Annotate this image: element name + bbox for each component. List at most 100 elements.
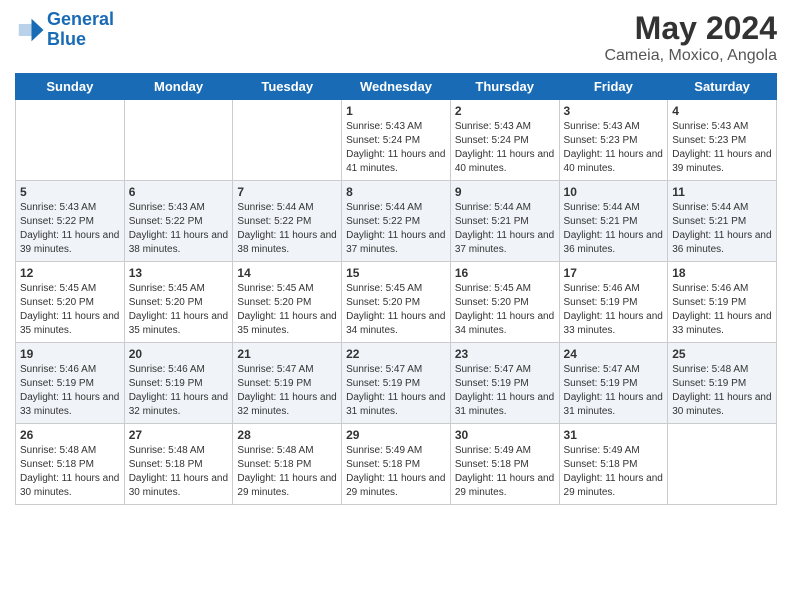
calendar-cell: 22 Sunrise: 5:47 AM Sunset: 5:19 PM Dayli… bbox=[342, 343, 451, 424]
calendar-cell: 1 Sunrise: 5:43 AM Sunset: 5:24 PM Daylig… bbox=[342, 100, 451, 181]
day-number: 21 bbox=[237, 347, 337, 361]
day-number: 13 bbox=[129, 266, 229, 280]
day-number: 11 bbox=[672, 185, 772, 199]
calendar-cell bbox=[16, 100, 125, 181]
day-number: 29 bbox=[346, 428, 446, 442]
calendar-cell: 28Sunrise: 5:48 AM Sunset: 5:18 PM Dayli… bbox=[233, 424, 342, 505]
calendar-cell: 8Sunrise: 5:44 AM Sunset: 5:22 PM Daylig… bbox=[342, 181, 451, 262]
calendar-cell: 7Sunrise: 5:44 AM Sunset: 5:22 PM Daylig… bbox=[233, 181, 342, 262]
calendar-week-row: 12 Sunrise: 5:45 AM Sunset: 5:20 PM Dayli… bbox=[16, 262, 777, 343]
weekday-header-wednesday: Wednesday bbox=[342, 74, 451, 100]
weekday-header-row: SundayMondayTuesdayWednesdayThursdayFrid… bbox=[16, 74, 777, 100]
weekday-header-saturday: Saturday bbox=[668, 74, 777, 100]
calendar-cell: 14Sunrise: 5:45 AM Sunset: 5:20 PM Dayli… bbox=[233, 262, 342, 343]
calendar-cell: 21 Sunrise: 5:47 AM Sunset: 5:19 PM Dayli… bbox=[233, 343, 342, 424]
day-info: Sunrise: 5:43 AM Sunset: 5:23 PM Dayligh… bbox=[672, 120, 772, 176]
title-block: May 2024 Cameia, Moxico, Angola bbox=[604, 10, 777, 65]
day-info: Sunrise: 5:45 AM Sunset: 5:20 PM Dayligh… bbox=[346, 282, 446, 338]
calendar-week-row: 19 Sunrise: 5:46 AM Sunset: 5:19 PM Dayli… bbox=[16, 343, 777, 424]
day-number: 16 bbox=[455, 266, 555, 280]
calendar-cell: 27 Sunrise: 5:48 AM Sunset: 5:18 PM Dayli… bbox=[124, 424, 233, 505]
day-number: 4 bbox=[672, 104, 772, 118]
day-number: 26 bbox=[20, 428, 120, 442]
day-info: Sunrise: 5:46 AM Sunset: 5:19 PM Dayligh… bbox=[20, 363, 120, 419]
calendar-cell: 23 Sunrise: 5:47 AM Sunset: 5:19 PM Dayli… bbox=[450, 343, 559, 424]
calendar-cell: 19 Sunrise: 5:46 AM Sunset: 5:19 PM Dayli… bbox=[16, 343, 125, 424]
page: General Blue May 2024 Cameia, Moxico, An… bbox=[0, 0, 792, 612]
calendar-cell: 20Sunrise: 5:46 AM Sunset: 5:19 PM Dayli… bbox=[124, 343, 233, 424]
calendar-cell: 11 Sunrise: 5:44 AM Sunset: 5:21 PM Dayli… bbox=[668, 181, 777, 262]
calendar-week-row: 26 Sunrise: 5:48 AM Sunset: 5:18 PM Dayli… bbox=[16, 424, 777, 505]
day-number: 17 bbox=[564, 266, 664, 280]
day-info: Sunrise: 5:49 AM Sunset: 5:18 PM Dayligh… bbox=[346, 444, 446, 500]
day-info: Sunrise: 5:45 AM Sunset: 5:20 PM Dayligh… bbox=[20, 282, 120, 338]
header: General Blue May 2024 Cameia, Moxico, An… bbox=[15, 10, 777, 65]
weekday-header-sunday: Sunday bbox=[16, 74, 125, 100]
day-info: Sunrise: 5:49 AM Sunset: 5:18 PM Dayligh… bbox=[455, 444, 555, 500]
calendar-cell: 10Sunrise: 5:44 AM Sunset: 5:21 PM Dayli… bbox=[559, 181, 668, 262]
day-info: Sunrise: 5:45 AM Sunset: 5:20 PM Dayligh… bbox=[455, 282, 555, 338]
day-number: 23 bbox=[455, 347, 555, 361]
calendar-cell: 17Sunrise: 5:46 AM Sunset: 5:19 PM Dayli… bbox=[559, 262, 668, 343]
day-info: Sunrise: 5:47 AM Sunset: 5:19 PM Dayligh… bbox=[564, 363, 664, 419]
logo-line2: Blue bbox=[47, 29, 86, 49]
calendar-cell: 13 Sunrise: 5:45 AM Sunset: 5:20 PM Dayli… bbox=[124, 262, 233, 343]
day-number: 19 bbox=[20, 347, 120, 361]
day-number: 30 bbox=[455, 428, 555, 442]
calendar-week-row: 5Sunrise: 5:43 AM Sunset: 5:22 PM Daylig… bbox=[16, 181, 777, 262]
day-info: Sunrise: 5:43 AM Sunset: 5:23 PM Dayligh… bbox=[564, 120, 664, 176]
day-info: Sunrise: 5:47 AM Sunset: 5:19 PM Dayligh… bbox=[346, 363, 446, 419]
calendar-cell: 6Sunrise: 5:43 AM Sunset: 5:22 PM Daylig… bbox=[124, 181, 233, 262]
calendar-cell: 31 Sunrise: 5:49 AM Sunset: 5:18 PM Dayli… bbox=[559, 424, 668, 505]
calendar-cell: 29 Sunrise: 5:49 AM Sunset: 5:18 PM Dayli… bbox=[342, 424, 451, 505]
calendar-cell: 3 Sunrise: 5:43 AM Sunset: 5:23 PM Daylig… bbox=[559, 100, 668, 181]
day-number: 3 bbox=[564, 104, 664, 118]
day-info: Sunrise: 5:49 AM Sunset: 5:18 PM Dayligh… bbox=[564, 444, 664, 500]
calendar-cell: 2Sunrise: 5:43 AM Sunset: 5:24 PM Daylig… bbox=[450, 100, 559, 181]
weekday-header-tuesday: Tuesday bbox=[233, 74, 342, 100]
day-info: Sunrise: 5:48 AM Sunset: 5:18 PM Dayligh… bbox=[20, 444, 120, 500]
day-number: 6 bbox=[129, 185, 229, 199]
day-number: 27 bbox=[129, 428, 229, 442]
day-info: Sunrise: 5:44 AM Sunset: 5:21 PM Dayligh… bbox=[672, 201, 772, 257]
calendar-cell: 4 Sunrise: 5:43 AM Sunset: 5:23 PM Daylig… bbox=[668, 100, 777, 181]
logo-line1: General bbox=[47, 9, 114, 29]
subtitle: Cameia, Moxico, Angola bbox=[604, 47, 777, 65]
calendar-cell: 26 Sunrise: 5:48 AM Sunset: 5:18 PM Dayli… bbox=[16, 424, 125, 505]
day-info: Sunrise: 5:44 AM Sunset: 5:22 PM Dayligh… bbox=[346, 201, 446, 257]
calendar-cell: 5Sunrise: 5:43 AM Sunset: 5:22 PM Daylig… bbox=[16, 181, 125, 262]
calendar-cell: 24Sunrise: 5:47 AM Sunset: 5:19 PM Dayli… bbox=[559, 343, 668, 424]
day-info: Sunrise: 5:43 AM Sunset: 5:22 PM Dayligh… bbox=[20, 201, 120, 257]
day-number: 10 bbox=[564, 185, 664, 199]
day-number: 1 bbox=[346, 104, 446, 118]
calendar-cell bbox=[124, 100, 233, 181]
day-info: Sunrise: 5:48 AM Sunset: 5:18 PM Dayligh… bbox=[129, 444, 229, 500]
day-info: Sunrise: 5:47 AM Sunset: 5:19 PM Dayligh… bbox=[455, 363, 555, 419]
day-info: Sunrise: 5:47 AM Sunset: 5:19 PM Dayligh… bbox=[237, 363, 337, 419]
calendar-header: SundayMondayTuesdayWednesdayThursdayFrid… bbox=[16, 74, 777, 100]
calendar-cell: 16 Sunrise: 5:45 AM Sunset: 5:20 PM Dayli… bbox=[450, 262, 559, 343]
logo-text: General Blue bbox=[47, 10, 114, 50]
day-number: 18 bbox=[672, 266, 772, 280]
day-info: Sunrise: 5:43 AM Sunset: 5:24 PM Dayligh… bbox=[346, 120, 446, 176]
weekday-header-monday: Monday bbox=[124, 74, 233, 100]
logo-icon bbox=[15, 15, 45, 45]
calendar-cell bbox=[233, 100, 342, 181]
logo: General Blue bbox=[15, 10, 114, 50]
calendar-body: 1 Sunrise: 5:43 AM Sunset: 5:24 PM Daylig… bbox=[16, 100, 777, 505]
calendar-table: SundayMondayTuesdayWednesdayThursdayFrid… bbox=[15, 73, 777, 505]
calendar-cell: 18Sunrise: 5:46 AM Sunset: 5:19 PM Dayli… bbox=[668, 262, 777, 343]
day-info: Sunrise: 5:46 AM Sunset: 5:19 PM Dayligh… bbox=[129, 363, 229, 419]
day-number: 22 bbox=[346, 347, 446, 361]
day-number: 12 bbox=[20, 266, 120, 280]
calendar-cell: 30 Sunrise: 5:49 AM Sunset: 5:18 PM Dayli… bbox=[450, 424, 559, 505]
day-info: Sunrise: 5:48 AM Sunset: 5:19 PM Dayligh… bbox=[672, 363, 772, 419]
day-info: Sunrise: 5:45 AM Sunset: 5:20 PM Dayligh… bbox=[129, 282, 229, 338]
day-number: 15 bbox=[346, 266, 446, 280]
day-number: 31 bbox=[564, 428, 664, 442]
day-number: 2 bbox=[455, 104, 555, 118]
day-info: Sunrise: 5:45 AM Sunset: 5:20 PM Dayligh… bbox=[237, 282, 337, 338]
calendar-cell: 15 Sunrise: 5:45 AM Sunset: 5:20 PM Dayli… bbox=[342, 262, 451, 343]
day-info: Sunrise: 5:44 AM Sunset: 5:21 PM Dayligh… bbox=[455, 201, 555, 257]
calendar-cell: 12 Sunrise: 5:45 AM Sunset: 5:20 PM Dayli… bbox=[16, 262, 125, 343]
